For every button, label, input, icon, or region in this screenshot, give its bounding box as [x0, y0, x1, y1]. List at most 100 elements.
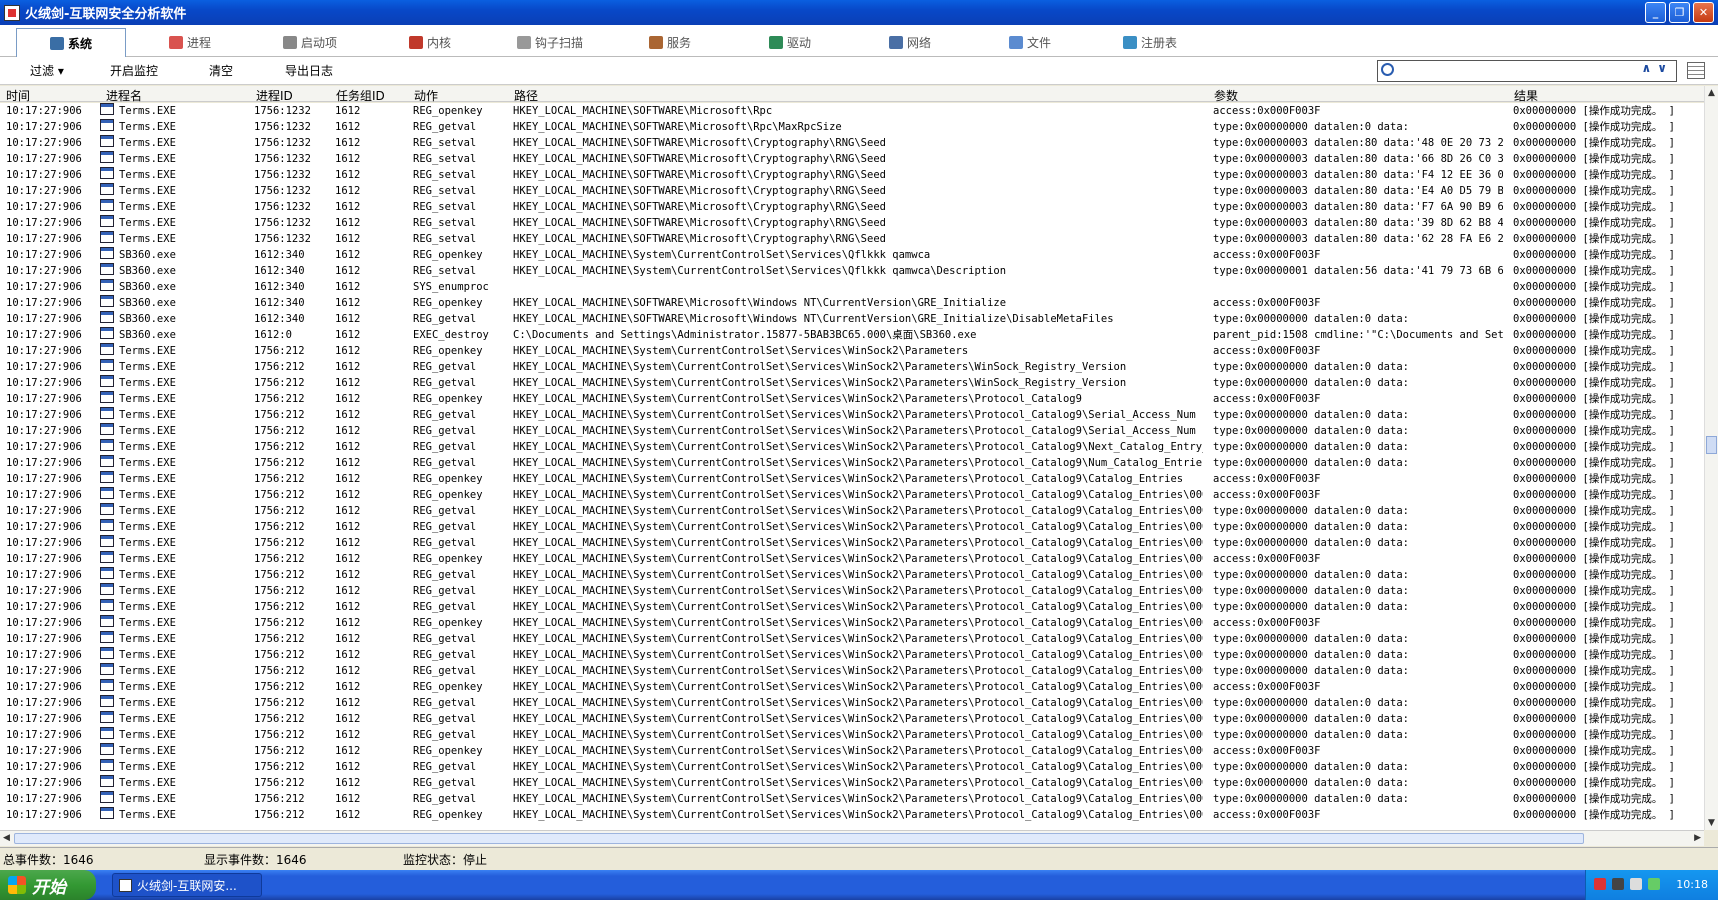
tab-2[interactable]: 启动项	[255, 28, 365, 57]
maximize-button[interactable]: ❐	[1669, 2, 1690, 23]
taskbar-item-app[interactable]: 火绒剑-互联网安...	[112, 873, 262, 897]
table-row[interactable]: 10:17:27:906 SB360.exe 1612:0 1612 EXEC_dest…	[0, 327, 1704, 343]
table-row[interactable]: 10:17:27:906 Terms.EXE 1756:212 1612 REG_get…	[0, 759, 1704, 775]
table-row[interactable]: 10:17:27:906 SB360.exe 1612:340 1612 SYS_enu…	[0, 279, 1704, 295]
table-row[interactable]: 10:17:27:906 Terms.EXE 1756:212 1612 REG_get…	[0, 647, 1704, 663]
horizontal-scrollbar[interactable]: ◀ ▶	[0, 830, 1704, 846]
network-tray-icon[interactable]	[1630, 878, 1642, 890]
table-row[interactable]: 10:17:27:906 Terms.EXE 1756:212 1612 REG_get…	[0, 631, 1704, 647]
scroll-down-icon[interactable]: ▼	[1708, 818, 1715, 828]
table-row[interactable]: 10:17:27:906 Terms.EXE 1756:1232 1612 REG_se…	[0, 135, 1704, 151]
table-row[interactable]: 10:17:27:906 Terms.EXE 1756:212 1612 REG_ope…	[0, 679, 1704, 695]
search-next-button[interactable]: ∨	[1657, 61, 1673, 75]
table-row[interactable]: 10:17:27:906 Terms.EXE 1756:212 1612 REG_get…	[0, 535, 1704, 551]
table-row[interactable]: 10:17:27:906 Terms.EXE 1756:212 1612 REG_ope…	[0, 807, 1704, 823]
security-tray-icon[interactable]	[1594, 878, 1606, 890]
table-row[interactable]: 10:17:27:906 Terms.EXE 1756:1232 1612 REG_op…	[0, 103, 1704, 119]
table-row[interactable]: 10:17:27:906 Terms.EXE 1756:212 1612 REG_get…	[0, 775, 1704, 791]
table-row[interactable]: 10:17:27:906 SB360.exe 1612:340 1612 REG_ope…	[0, 247, 1704, 263]
table-row[interactable]: 10:17:27:906 SB360.exe 1612:340 1612 REG_set…	[0, 263, 1704, 279]
table-row[interactable]: 10:17:27:906 Terms.EXE 1756:212 1612 REG_get…	[0, 599, 1704, 615]
table-row[interactable]: 10:17:27:906 Terms.EXE 1756:212 1612 REG_ope…	[0, 343, 1704, 359]
cell-result: 0x00000000 [操作成功完成。 ]	[1513, 729, 1676, 741]
table-row[interactable]: 10:17:27:906 Terms.EXE 1756:212 1612 REG_get…	[0, 407, 1704, 423]
cell-time: 10:17:27:906	[6, 137, 82, 149]
table-row[interactable]: 10:17:27:906 Terms.EXE 1756:212 1612 REG_get…	[0, 663, 1704, 679]
table-row[interactable]: 10:17:27:906 Terms.EXE 1756:212 1612 REG_get…	[0, 503, 1704, 519]
table-row[interactable]: 10:17:27:906 Terms.EXE 1756:1232 1612 REG_se…	[0, 167, 1704, 183]
column-settings-icon[interactable]	[1687, 62, 1705, 79]
table-row[interactable]: 10:17:27:906 Terms.EXE 1756:212 1612 REG_ope…	[0, 487, 1704, 503]
filter-dropdown[interactable]: 过滤 ▾	[30, 62, 64, 79]
col-header-group[interactable]: 任务组ID	[336, 87, 385, 104]
scroll-up-icon[interactable]: ▲	[1708, 88, 1715, 98]
table-row[interactable]: 10:17:27:906 Terms.EXE 1756:212 1612 REG_ope…	[0, 743, 1704, 759]
table-row[interactable]: 10:17:27:906 Terms.EXE 1756:212 1612 REG_ope…	[0, 615, 1704, 631]
update-tray-icon[interactable]	[1648, 878, 1660, 890]
col-header-path[interactable]: 路径	[514, 87, 538, 104]
tab-9[interactable]: 注册表	[1095, 28, 1205, 57]
table-row[interactable]: 10:17:27:906 Terms.EXE 1756:1232 1612 REG_se…	[0, 183, 1704, 199]
tab-7[interactable]: 网络	[855, 28, 965, 57]
search-input[interactable]: ∧∨	[1377, 60, 1677, 82]
start-monitor-button[interactable]: 开启监控	[110, 62, 158, 79]
table-row[interactable]: 10:17:27:906 Terms.EXE 1756:212 1612 REG_get…	[0, 727, 1704, 743]
table-row[interactable]: 10:17:27:906 Terms.EXE 1756:212 1612 REG_get…	[0, 455, 1704, 471]
table-row[interactable]: 10:17:27:906 Terms.EXE 1756:1232 1612 REG_se…	[0, 199, 1704, 215]
table-row[interactable]: 10:17:27:906 SB360.exe 1612:340 1612 REG_get…	[0, 311, 1704, 327]
table-row[interactable]: 10:17:27:906 Terms.EXE 1756:212 1612 REG_get…	[0, 583, 1704, 599]
clear-button[interactable]: 清空	[209, 62, 233, 79]
cell-params: type:0x00000000 datalen:0 data:	[1213, 665, 1409, 677]
cell-action: REG_setval	[413, 201, 477, 213]
table-row[interactable]: 10:17:27:906 Terms.EXE 1756:212 1612 REG_get…	[0, 519, 1704, 535]
table-row[interactable]: 10:17:27:906 Terms.EXE 1756:1232 1612 REG_se…	[0, 151, 1704, 167]
vm-tray-icon[interactable]	[1612, 878, 1624, 890]
table-row[interactable]: 10:17:27:906 Terms.EXE 1756:212 1612 REG_get…	[0, 423, 1704, 439]
tab-0[interactable]: 系统	[16, 28, 126, 57]
table-row[interactable]: 10:17:27:906 Terms.EXE 1756:212 1612 REG_ope…	[0, 551, 1704, 567]
table-row[interactable]: 10:17:27:906 Terms.EXE 1756:212 1612 REG_get…	[0, 791, 1704, 807]
table-row[interactable]: 10:17:27:906 Terms.EXE 1756:212 1612 REG_get…	[0, 711, 1704, 727]
table-row[interactable]: 10:17:27:906 Terms.EXE 1756:212 1612 REG_ope…	[0, 391, 1704, 407]
scroll-right-icon[interactable]: ▶	[1694, 833, 1701, 843]
table-row[interactable]: 10:17:27:906 Terms.EXE 1756:212 1612 REG_get…	[0, 375, 1704, 391]
cell-pid: 1612:340	[254, 297, 305, 309]
table-row[interactable]: 10:17:27:906 Terms.EXE 1756:212 1612 REG_get…	[0, 439, 1704, 455]
vertical-scroll-thumb[interactable]	[1706, 436, 1717, 454]
table-row[interactable]: 10:17:27:906 Terms.EXE 1756:1232 1612 REG_se…	[0, 215, 1704, 231]
table-row[interactable]: 10:17:27:906 Terms.EXE 1756:212 1612 REG_get…	[0, 695, 1704, 711]
search-prev-button[interactable]: ∧	[1642, 61, 1658, 75]
export-log-button[interactable]: 导出日志	[285, 62, 333, 79]
table-row[interactable]: 10:17:27:906 Terms.EXE 1756:212 1612 REG_get…	[0, 359, 1704, 375]
tab-4[interactable]: 钩子扫描	[495, 28, 605, 57]
scroll-left-icon[interactable]: ◀	[3, 833, 10, 843]
tab-3[interactable]: 内核	[375, 28, 485, 57]
col-header-params[interactable]: 参数	[1214, 87, 1238, 104]
tab-5[interactable]: 服务	[615, 28, 725, 57]
table-row[interactable]: 10:17:27:906 SB360.exe 1612:340 1612 REG_ope…	[0, 295, 1704, 311]
close-button[interactable]: ✕	[1693, 2, 1714, 23]
col-header-result[interactable]: 结果	[1514, 87, 1538, 104]
cell-time: 10:17:27:906	[6, 409, 82, 421]
tab-8[interactable]: 文件	[975, 28, 1085, 57]
col-header-action[interactable]: 动作	[414, 87, 438, 104]
process-icon	[100, 535, 114, 547]
col-header-pid[interactable]: 进程ID	[256, 87, 293, 104]
minimize-button[interactable]: _	[1645, 2, 1666, 23]
start-button[interactable]: 开始	[0, 870, 96, 900]
col-header-time[interactable]: 时间	[6, 87, 30, 104]
cell-result: 0x00000000 [操作成功完成。 ]	[1513, 585, 1676, 597]
table-row[interactable]: 10:17:27:906 Terms.EXE 1756:212 1612 REG_ope…	[0, 471, 1704, 487]
cell-path: HKEY_LOCAL_MACHINE\System\CurrentControl…	[513, 441, 1203, 453]
process-icon	[100, 183, 114, 195]
col-header-process[interactable]: 进程名	[106, 87, 142, 104]
table-row[interactable]: 10:17:27:906 Terms.EXE 1756:1232 1612 REG_se…	[0, 231, 1704, 247]
table-row[interactable]: 10:17:27:906 Terms.EXE 1756:212 1612 REG_get…	[0, 567, 1704, 583]
cell-params: type:0x00000000 datalen:0 data:	[1213, 697, 1409, 709]
tab-6[interactable]: 驱动	[735, 28, 845, 57]
horizontal-scroll-thumb[interactable]	[14, 833, 1584, 844]
vertical-scrollbar[interactable]: ▲ ▼	[1704, 86, 1718, 830]
cell-time: 10:17:27:906	[6, 793, 82, 805]
table-row[interactable]: 10:17:27:906 Terms.EXE 1756:1232 1612 REG_ge…	[0, 119, 1704, 135]
tab-1[interactable]: 进程	[135, 28, 245, 57]
